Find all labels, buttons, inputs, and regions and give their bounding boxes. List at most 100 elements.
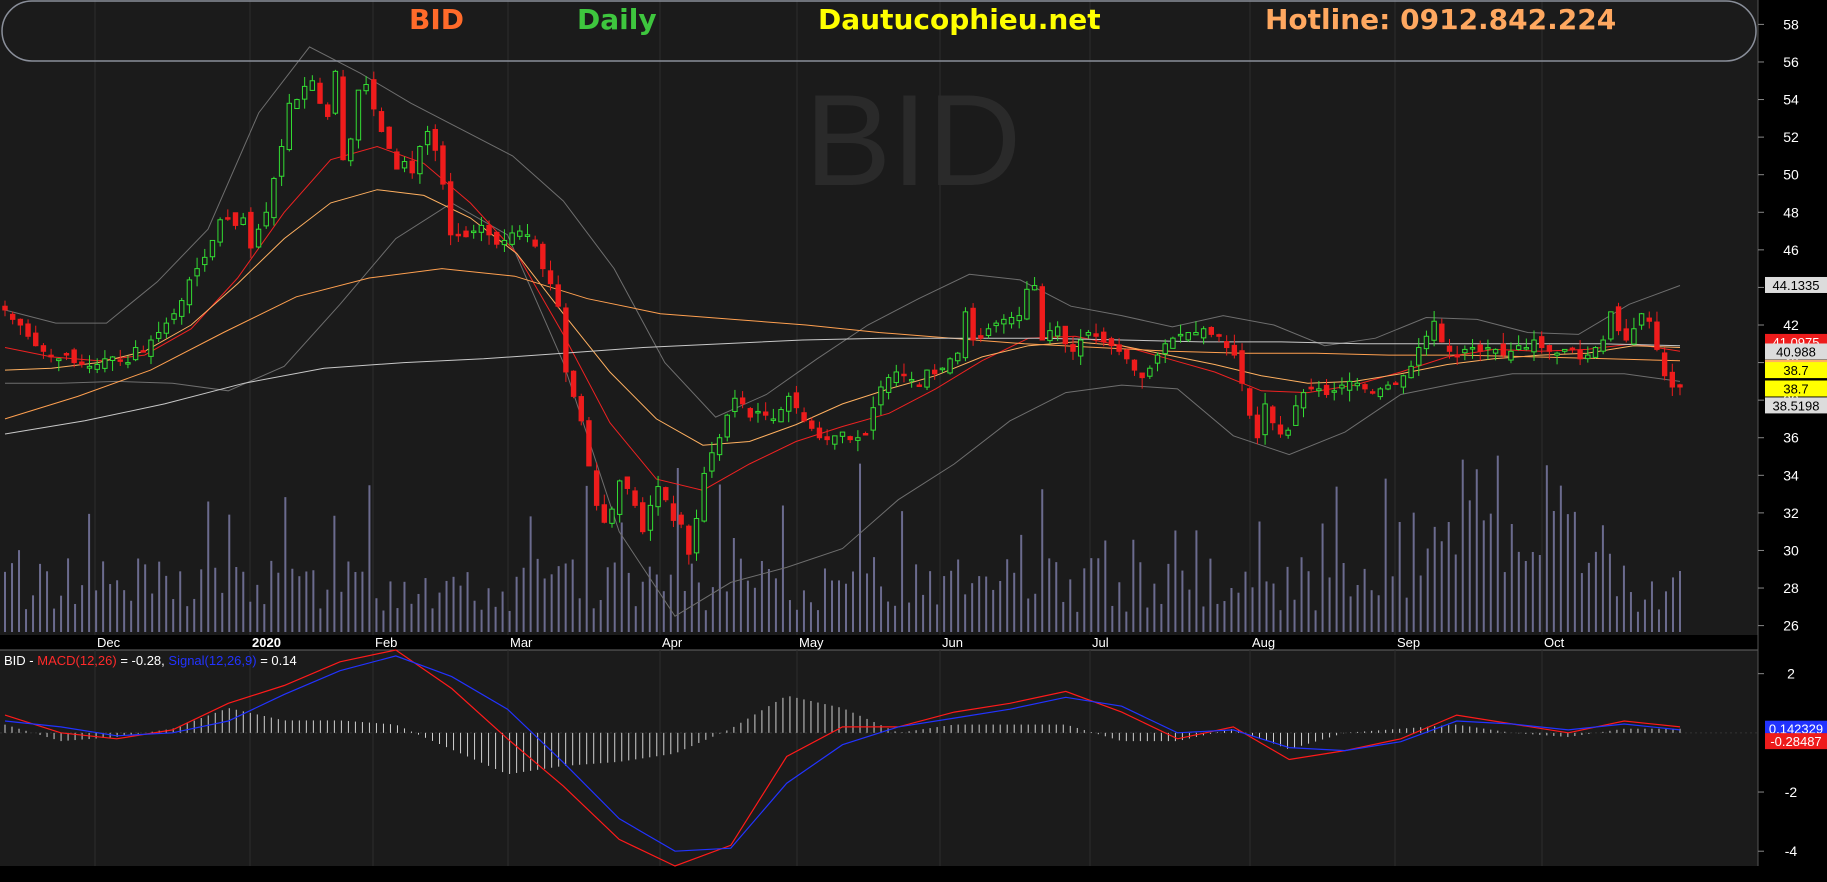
candle-up xyxy=(1523,347,1530,350)
candle-down xyxy=(601,504,608,523)
candle-up xyxy=(1416,347,1422,366)
price-label: 38.7 xyxy=(1765,362,1827,379)
candle-up xyxy=(1016,315,1022,322)
candle-up xyxy=(202,256,208,266)
candle-up xyxy=(517,230,523,237)
candle-up xyxy=(363,84,369,92)
candle-up xyxy=(701,472,707,522)
svg-text:38.7: 38.7 xyxy=(1783,363,1808,378)
candle-down xyxy=(463,230,469,238)
candle-down xyxy=(232,212,239,226)
candle-up xyxy=(348,138,354,162)
candle-down xyxy=(1208,327,1215,335)
candle-down xyxy=(816,427,823,439)
candle-up xyxy=(709,452,715,472)
candle-up xyxy=(1485,347,1491,350)
candle-up xyxy=(1492,348,1499,354)
macd-value-label: -0.28487 xyxy=(1765,733,1827,750)
macd-panel xyxy=(0,650,1758,866)
candle-up xyxy=(1031,285,1038,291)
candle-down xyxy=(33,332,39,347)
candle-down xyxy=(762,411,769,416)
candle-up xyxy=(786,395,792,412)
candle-down xyxy=(2,305,8,311)
candle-down xyxy=(1277,424,1284,435)
candle-down xyxy=(847,436,853,441)
candle-down xyxy=(547,270,554,285)
candle-up xyxy=(939,367,946,371)
candle-up xyxy=(148,339,154,357)
candle-down xyxy=(532,239,538,247)
candle-up xyxy=(163,322,170,334)
candle-up xyxy=(1300,392,1307,409)
candle-up xyxy=(1592,347,1599,358)
candle-up xyxy=(301,85,308,100)
candle-up xyxy=(1377,388,1384,398)
candle-up xyxy=(962,311,969,359)
candle-down xyxy=(325,104,331,117)
candle-down xyxy=(686,525,692,555)
candle-up xyxy=(870,407,876,431)
candle-down xyxy=(1569,347,1576,351)
candle-up xyxy=(524,234,531,237)
candle-down xyxy=(1308,386,1314,390)
candle-up xyxy=(1154,354,1161,364)
y-tick-label: 26 xyxy=(1783,618,1799,634)
price-label: 44.1335 xyxy=(1765,276,1827,293)
candle-up xyxy=(217,219,223,243)
candle-down xyxy=(586,420,592,467)
candle-down xyxy=(40,345,47,352)
candle-up xyxy=(832,435,838,445)
candle-up xyxy=(878,386,884,406)
y-tick-label: 42 xyxy=(1783,317,1799,333)
candle-up xyxy=(1608,311,1614,340)
candle-down xyxy=(1538,336,1545,349)
price-label: 38.5198 xyxy=(1765,397,1827,414)
candle-down xyxy=(1101,331,1107,343)
stock-chart: BID Dec 2020 Feb Mar Apr May Jun Jul Aug Sep Oct B… xyxy=(0,0,1827,882)
candle-down xyxy=(1216,334,1222,337)
candle-down xyxy=(494,231,500,245)
candle-down xyxy=(48,354,54,358)
candle-up xyxy=(56,358,62,362)
candle-down xyxy=(1131,359,1138,371)
candle-up xyxy=(86,365,93,369)
candle-up xyxy=(1316,388,1322,392)
candle-down xyxy=(432,128,438,151)
candle-up xyxy=(1331,390,1337,393)
candle-down xyxy=(1239,350,1245,384)
candle-down xyxy=(1124,349,1130,360)
svg-text:38.7: 38.7 xyxy=(1783,382,1808,397)
candle-up xyxy=(102,358,108,369)
candle-down xyxy=(593,470,600,506)
candle-down xyxy=(378,111,385,132)
x-tick-label: Apr xyxy=(662,635,683,650)
candle-up xyxy=(1200,328,1207,339)
candle-down xyxy=(801,412,807,422)
svg-text:44.1335: 44.1335 xyxy=(1773,278,1820,293)
candle-down xyxy=(1369,391,1376,394)
x-tick-label: Jun xyxy=(942,635,963,650)
candle-up xyxy=(294,99,300,110)
x-tick-label: Aug xyxy=(1252,635,1275,650)
candle-down xyxy=(1500,343,1506,356)
candle-up xyxy=(278,146,285,177)
symbol-title: BID xyxy=(409,3,465,36)
candle-up xyxy=(609,508,615,524)
candle-up xyxy=(179,300,185,317)
candle-down xyxy=(1062,325,1069,345)
candle-down xyxy=(747,408,753,418)
y-tick-label: 34 xyxy=(1783,467,1799,483)
candle-up xyxy=(1193,332,1199,336)
candle-up xyxy=(263,211,269,227)
y-tick-label: 48 xyxy=(1783,204,1799,220)
candle-down xyxy=(978,335,984,339)
candle-down xyxy=(1454,354,1460,358)
candle-down xyxy=(1139,372,1145,379)
x-tick-label: Mar xyxy=(510,635,533,650)
candle-down xyxy=(9,313,16,320)
candle-down xyxy=(1223,341,1230,349)
period-title: Daily xyxy=(577,3,657,36)
y-tick-label: 52 xyxy=(1783,129,1799,145)
candle-down xyxy=(225,217,231,220)
